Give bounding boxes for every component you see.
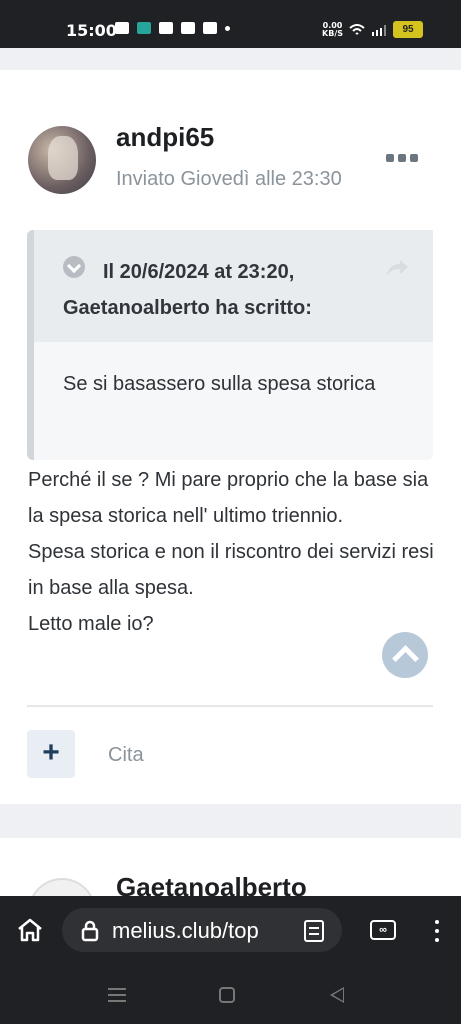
browser-toolbar: melius.club/top ∞ bbox=[0, 896, 461, 966]
post-divider bbox=[27, 705, 433, 707]
address-bar[interactable]: melius.club/top bbox=[62, 908, 342, 952]
quote-header: Il 20/6/2024 at 23:20, Gaetanoalberto ha… bbox=[34, 230, 433, 342]
more-notifications-icon bbox=[225, 25, 230, 31]
battery-indicator: 95 bbox=[393, 21, 423, 38]
next-author-avatar[interactable] bbox=[28, 878, 96, 896]
post-content: Perché il se ? Mi pare proprio che la ba… bbox=[28, 462, 438, 642]
system-navigation-bar bbox=[0, 966, 461, 1024]
post-line-2: Spesa storica e non il riscontro dei ser… bbox=[28, 541, 434, 599]
status-bar: 15:00 0.00 KB/S 95 bbox=[0, 0, 461, 48]
quote-body: Se si basassero sulla spesa storica bbox=[63, 373, 376, 395]
post-date: Inviato Giovedì alle 23:30 bbox=[116, 168, 342, 190]
chrome-icon bbox=[181, 22, 195, 34]
youtube-icon bbox=[115, 22, 129, 34]
post-line-1: Perché il se ? Mi pare proprio che la ba… bbox=[28, 469, 429, 527]
tabs-icon[interactable]: ∞ bbox=[370, 920, 396, 940]
plus-button[interactable]: + bbox=[27, 730, 75, 778]
browser-menu-icon[interactable] bbox=[434, 920, 440, 946]
url-text[interactable]: melius.club/top bbox=[112, 918, 282, 944]
quote-block: Il 20/6/2024 at 23:20, Gaetanoalberto ha… bbox=[27, 230, 433, 460]
reader-mode-icon[interactable] bbox=[304, 920, 324, 942]
quote-attribution: Il 20/6/2024 at 23:20, Gaetanoalberto ha… bbox=[63, 261, 312, 319]
forum-page: andpi65 Inviato Giovedì alle 23:30 Il 20… bbox=[0, 48, 461, 896]
author-avatar[interactable] bbox=[28, 126, 96, 194]
next-author-name[interactable]: Gaetanoalberto bbox=[116, 872, 307, 896]
post-card: andpi65 Inviato Giovedì alle 23:30 Il 20… bbox=[0, 70, 461, 804]
status-time: 15:00 bbox=[66, 21, 117, 40]
author-name[interactable]: andpi65 bbox=[116, 122, 214, 153]
notification-icons bbox=[115, 22, 230, 34]
quote-button[interactable]: Cita bbox=[108, 744, 144, 767]
app-icon bbox=[137, 22, 151, 34]
next-post-card: Gaetanoalberto bbox=[0, 838, 461, 896]
signal-icon bbox=[372, 24, 386, 36]
recent-apps-icon[interactable] bbox=[108, 988, 126, 1002]
lock-icon bbox=[81, 920, 99, 942]
scroll-top-button[interactable] bbox=[382, 632, 428, 678]
wifi-icon bbox=[349, 23, 365, 35]
home-nav-icon[interactable] bbox=[219, 987, 235, 1003]
back-icon[interactable] bbox=[330, 987, 344, 1003]
status-right: 0.00 KB/S 95 bbox=[322, 21, 423, 38]
share-icon[interactable] bbox=[385, 258, 409, 278]
post-line-3: Letto male io? bbox=[28, 613, 154, 635]
document-icon bbox=[159, 22, 173, 34]
home-icon[interactable] bbox=[16, 918, 44, 942]
more-options-icon[interactable] bbox=[386, 154, 418, 162]
vpn-icon bbox=[203, 22, 217, 34]
network-speed: 0.00 KB/S bbox=[322, 20, 343, 38]
